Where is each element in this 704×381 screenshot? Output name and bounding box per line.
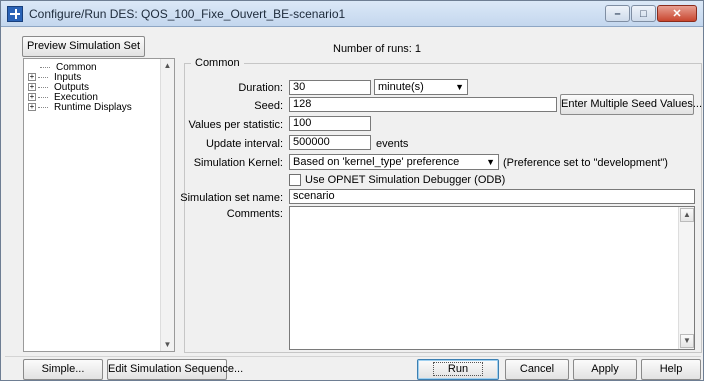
update-interval-unit: events [376,138,409,150]
duration-label: Duration: [238,82,283,94]
close-button[interactable]: ✕ [657,5,697,22]
enter-multiple-seed-values-button[interactable]: Enter Multiple Seed Values... [560,94,702,115]
edit-simulation-sequence-button[interactable]: Edit Simulation Sequence... [107,359,243,380]
settings-tree: Common + Inputs + Outputs + Execution + Runt… [23,58,175,352]
values-per-statistic-label: Values per statistic: [188,119,283,131]
expand-icon[interactable]: + [28,93,36,102]
maximize-button[interactable]: □ [631,5,656,22]
simple-button[interactable]: Simple... [23,359,103,380]
update-interval-field[interactable]: 500000 [289,135,371,150]
update-interval-label: Update interval: [205,138,283,150]
dropdown-arrow-icon: ▼ [486,157,495,167]
number-of-runs: Number of runs: 1 [333,43,422,55]
comments-scrollbar[interactable]: ▲ ▼ [678,207,694,349]
comments-textarea[interactable]: ▲ ▼ [289,206,695,350]
preview-simulation-set-button[interactable]: Preview Simulation Set [22,36,145,57]
simulation-set-name-label: Simulation set name: [180,192,283,204]
simulation-set-name-field[interactable]: scenario [289,189,695,204]
expand-icon[interactable]: + [28,103,36,112]
scroll-down-icon[interactable]: ▼ [161,338,174,351]
minimize-icon: – [614,8,621,20]
expand-icon[interactable]: + [28,83,36,92]
duration-field[interactable]: 30 [289,80,371,95]
tree-item-runtime-displays[interactable]: + Runtime Displays [28,102,132,113]
help-button[interactable]: Help [641,359,701,380]
expand-icon[interactable]: + [28,73,36,82]
seed-field[interactable]: 128 [289,97,557,112]
scroll-up-icon[interactable]: ▲ [680,208,694,222]
kernel-preference-note: (Preference set to "development") [503,157,668,169]
title-bar[interactable]: Configure/Run DES: QOS_100_Fixe_Ouvert_B… [1,1,703,27]
dropdown-arrow-icon: ▼ [455,82,464,92]
footer-divider [5,356,701,357]
scroll-down-icon[interactable]: ▼ [680,334,694,348]
apply-button[interactable]: Apply [573,359,637,380]
odb-debugger-checkbox[interactable] [289,174,301,186]
tree-scrollbar[interactable]: ▲ ▼ [160,59,174,351]
scroll-up-icon[interactable]: ▲ [161,59,174,72]
seed-label: Seed: [254,100,283,112]
window-title: Configure/Run DES: QOS_100_Fixe_Ouvert_B… [29,7,346,21]
simulation-kernel-label: Simulation Kernel: [193,157,283,169]
common-group-legend: Common [191,57,244,69]
duration-unit-select[interactable]: minute(s) ▼ [374,79,468,95]
minimize-button[interactable]: – [605,5,630,22]
opnet-app-icon [7,6,23,22]
close-icon: ✕ [672,8,682,20]
window-controls: – □ ✕ [604,5,697,22]
values-per-statistic-field[interactable]: 100 [289,116,371,131]
cancel-button[interactable]: Cancel [505,359,569,380]
comments-label: Comments: [226,208,283,220]
odb-debugger-label[interactable]: Use OPNET Simulation Debugger (ODB) [305,174,505,186]
simulation-kernel-select[interactable]: Based on 'kernel_type' preference ▼ [289,154,499,170]
maximize-icon: □ [640,8,647,20]
configure-run-dialog: Configure/Run DES: QOS_100_Fixe_Ouvert_B… [0,0,704,381]
run-button[interactable]: Run [417,359,499,380]
